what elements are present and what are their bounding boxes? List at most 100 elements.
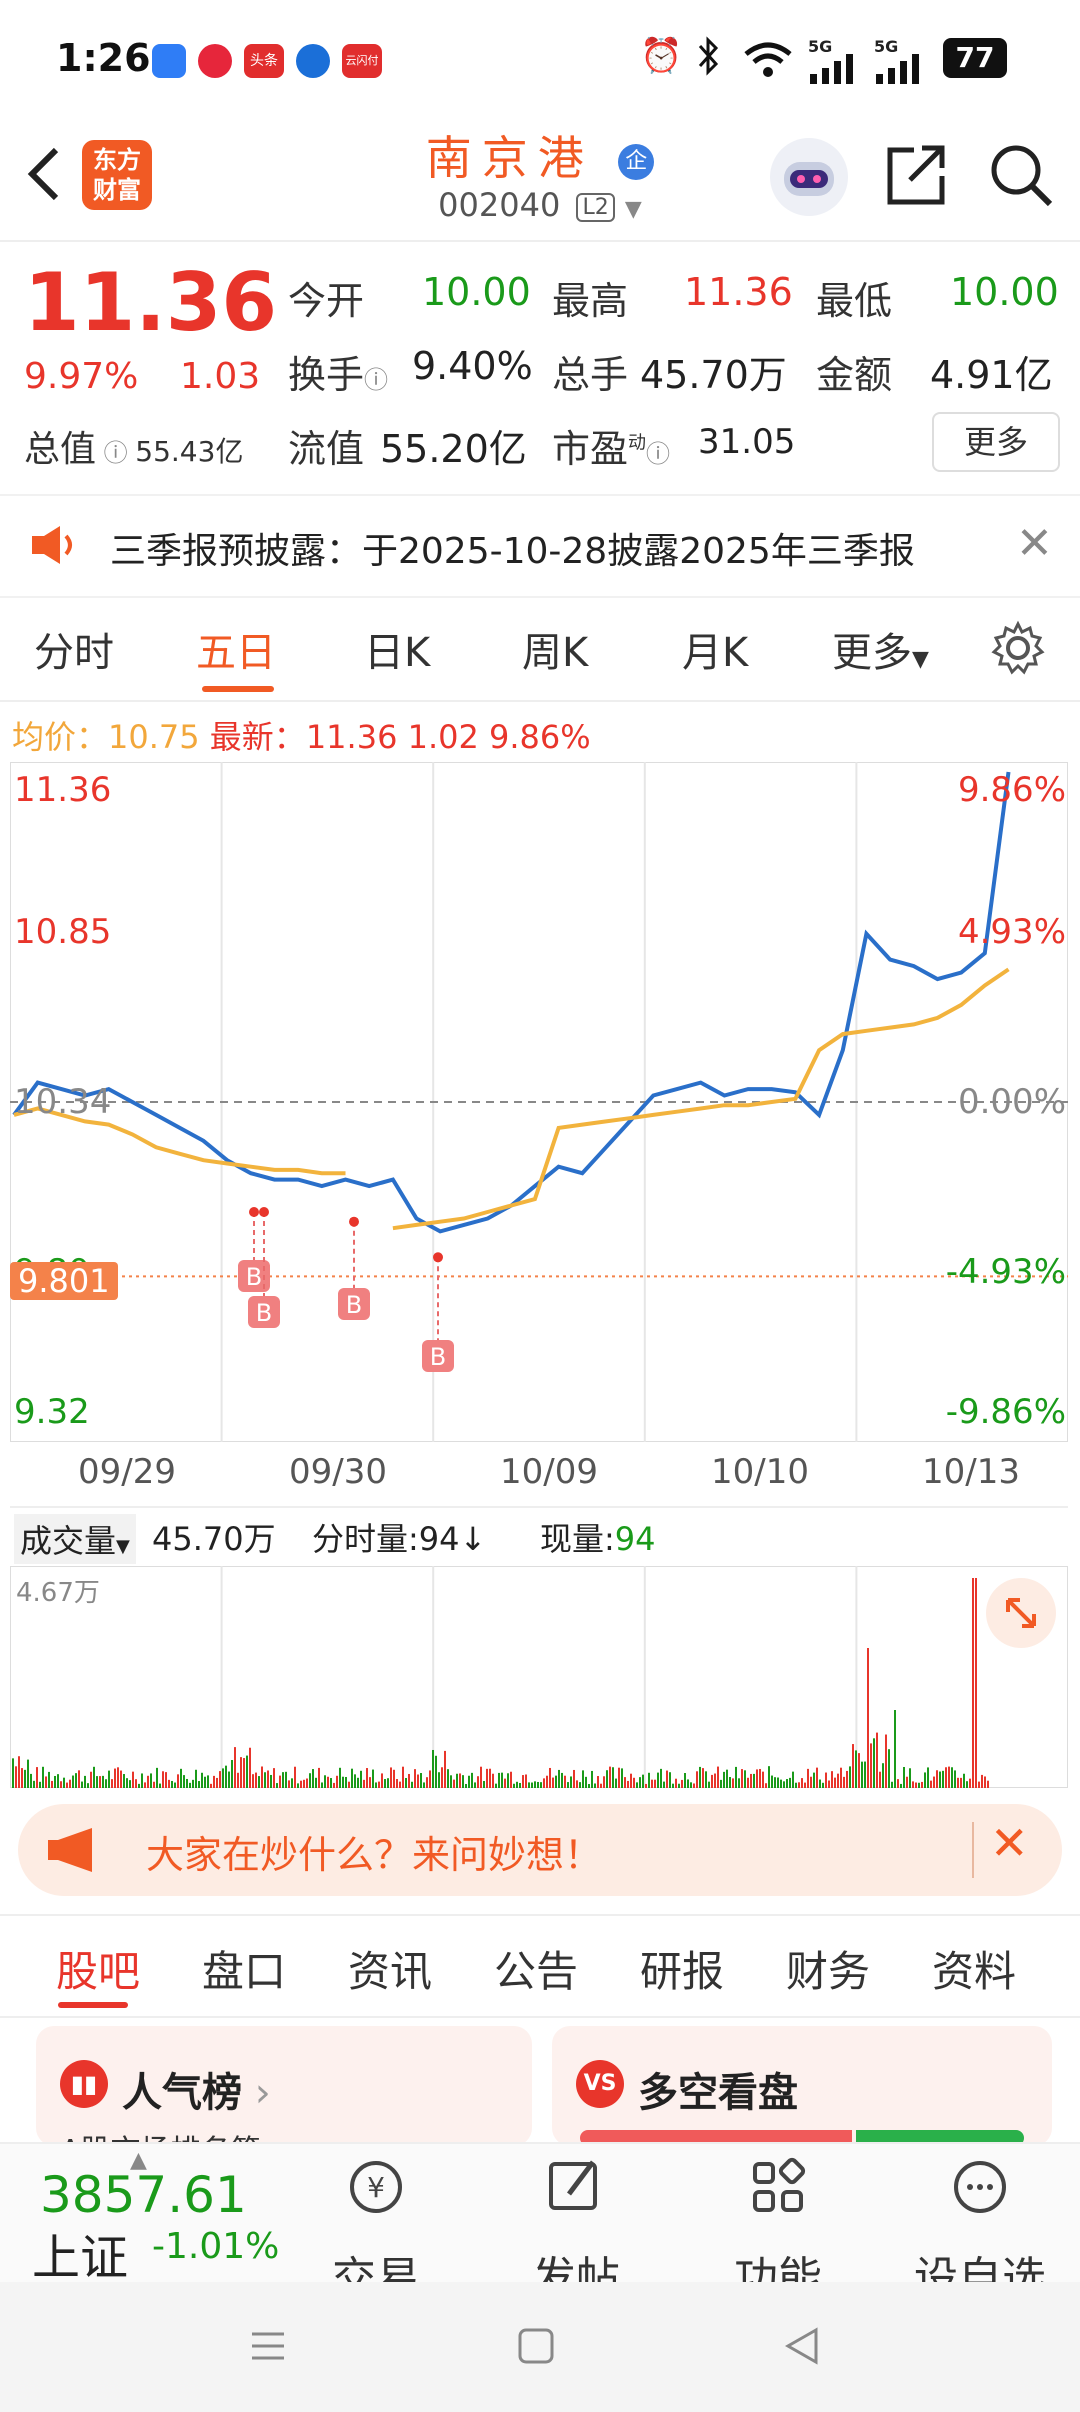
volume-bar [291,1778,293,1788]
tab-research[interactable]: 研报 [640,1938,724,1999]
close-icon[interactable]: ✕ [1016,518,1053,569]
volume-bar [720,1779,722,1788]
volume-bar [645,1783,647,1788]
unionpay-icon: 云闪付 [342,44,382,78]
volume-bar [648,1772,650,1788]
volume-bar [63,1777,65,1788]
volume-bar [558,1769,560,1788]
volume-bar [336,1775,338,1788]
x-tick-label: 10/10 [711,1452,809,1492]
info-icon[interactable]: ⓘ [646,440,670,468]
volume-bar [972,1578,974,1788]
tab-intraday[interactable]: 分时 [34,620,114,678]
volume-bar [393,1769,395,1788]
tab-daily-k[interactable]: 日K [364,620,430,678]
volume-label: 总手 [552,353,629,397]
tab-more[interactable]: 更多▼ [832,620,929,678]
app-notification-icon [296,44,330,78]
home-nav-button[interactable] [516,2326,556,2370]
volume-bar [12,1758,14,1788]
volume-bar [723,1771,725,1788]
volume-bar [294,1766,296,1788]
volume-bar [15,1766,17,1788]
settings-button[interactable] [990,620,1046,680]
volume-bar [210,1783,212,1788]
bluetooth-icon [696,36,720,85]
tab-order-book[interactable]: 盘口 [202,1938,286,1999]
tab-weekly-k[interactable]: 周K [522,620,588,678]
volume-bar [177,1774,179,1788]
volume-bar [573,1769,575,1788]
more-button[interactable]: 更多 [932,412,1060,472]
volume-bar [39,1781,41,1788]
volume-bar [585,1776,587,1788]
ask-banner[interactable]: 大家在炒什么？来问妙想！ ✕ [18,1804,1062,1896]
volume-bar [780,1779,782,1788]
y-tick-label: 10.34 [14,1082,112,1122]
volume-bar [942,1770,944,1788]
volume-bar [750,1773,752,1788]
volume-bar [969,1778,971,1788]
pe-label: 市盈动ⓘ [552,427,671,471]
volume-bar [18,1756,20,1788]
volume-bar [642,1774,644,1788]
volume-bar [795,1782,797,1788]
popularity-card[interactable]: ▮▮ 人气榜 › A股市场排名第 [36,2026,532,2169]
signal-icon: 5G [808,39,860,88]
volume-bar [186,1778,188,1788]
volume-bar [90,1771,92,1788]
debate-card[interactable]: VS 多空看盘 [552,2026,1052,2146]
volume-bar [660,1768,662,1788]
volume-bar [984,1776,986,1788]
volume-bar [726,1769,728,1788]
index-value[interactable]: 3857.61 [40,2166,247,2224]
expand-button[interactable] [986,1578,1056,1648]
volume-bar [735,1766,737,1788]
volume-bar [957,1777,959,1788]
tab-announcements[interactable]: 公告 [494,1938,578,1999]
volume-bar [303,1779,305,1788]
volume-bar [792,1771,794,1788]
volume-bar [687,1779,689,1788]
index-name[interactable]: 上证 [32,2218,128,2288]
share-button[interactable] [884,140,948,212]
price-chart[interactable]: BB BB [10,762,1068,1442]
volume-bar [924,1772,926,1788]
info-icon[interactable]: ⓘ [364,366,388,394]
tab-forum[interactable]: 股吧 [56,1938,140,1999]
search-button[interactable] [988,140,1054,212]
info-icon[interactable]: ⓘ [96,439,135,467]
svg-text:¥: ¥ [367,2171,385,2204]
volume-chart[interactable] [10,1566,1068,1788]
volume-bar [219,1771,221,1788]
volume-bar [369,1777,371,1788]
volume-bar [546,1775,548,1788]
tab-monthly-k[interactable]: 月K [682,620,748,678]
close-icon[interactable]: ✕ [990,1816,1029,1870]
tab-finance[interactable]: 财务 [786,1938,870,1999]
notice-bar[interactable]: 三季报预披露：于2025-10-28披露2025年三季报 ✕ [0,494,1080,598]
volume-bar [654,1779,656,1788]
volume-bar [333,1782,335,1788]
ai-assistant-button[interactable] [770,138,848,216]
buy-marker-label: B [256,1299,272,1327]
volume-bar [36,1767,38,1788]
volume-bar [621,1768,623,1788]
back-nav-button[interactable] [782,2326,822,2370]
volume-bar [690,1782,692,1788]
menu-nav-button[interactable] [248,2326,288,2370]
volume-bar [918,1782,920,1788]
volume-bar [381,1773,383,1788]
volume-bar [408,1773,410,1788]
volume-bar [498,1772,500,1788]
volume-bar [324,1775,326,1788]
system-nav-bar [0,2282,1080,2412]
volume-indicator-select[interactable]: 成交量▼ [14,1514,136,1564]
volume-bar [564,1775,566,1788]
tab-news[interactable]: 资讯 [348,1938,432,1999]
tab-five-day[interactable]: 五日 [196,620,276,678]
buy-marker-dot [433,1252,443,1263]
volume-bar [831,1771,833,1788]
volume-bar [108,1770,110,1788]
tab-profile[interactable]: 资料 [932,1938,1016,1999]
